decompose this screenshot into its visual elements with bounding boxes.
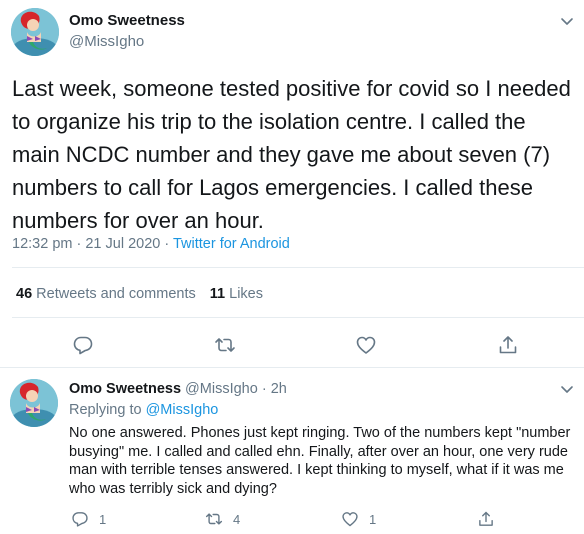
tweet-age[interactable]: 2h	[271, 381, 287, 397]
tweet-date[interactable]: 21 Jul 2020	[85, 236, 160, 252]
avatar[interactable]	[10, 379, 58, 427]
tweet-source-link[interactable]: Twitter for Android	[173, 236, 290, 252]
replying-label: Replying to	[69, 402, 142, 418]
likes-label: Likes	[229, 286, 263, 302]
share-icon	[479, 511, 493, 526]
chevron-down-icon[interactable]	[558, 12, 576, 30]
share-action[interactable]	[477, 509, 505, 529]
author-name[interactable]: Omo Sweetness	[69, 12, 185, 29]
retweet-icon[interactable]	[214, 334, 236, 356]
like-action[interactable]: 1	[341, 509, 376, 529]
chevron-down-icon[interactable]	[558, 380, 576, 398]
retweets-label: Retweets and comments	[36, 286, 196, 302]
like-icon[interactable]	[355, 334, 377, 356]
tweet-time[interactable]: 12:32 pm	[12, 236, 72, 252]
avatar[interactable]	[11, 8, 59, 56]
like-icon	[342, 512, 358, 527]
reply-icon[interactable]	[72, 334, 94, 356]
author-name[interactable]: Omo Sweetness	[69, 381, 181, 397]
meta-separator: ·	[160, 236, 173, 252]
divider	[0, 367, 584, 368]
reply-text: No one answered. Phones just kept ringin…	[69, 425, 571, 497]
retweet-icon	[205, 513, 223, 525]
tweet-meta: 12:32 pm · 21 Jul 2020 · Twitter for And…	[12, 236, 290, 252]
reply-action[interactable]: 1	[71, 509, 106, 529]
retweets-count: 46	[16, 286, 33, 302]
meta-separator: ·	[72, 236, 86, 252]
meta-separator: ·	[257, 381, 271, 397]
reply-icon	[72, 512, 88, 527]
replying-to: Replying to @MissIgho	[69, 402, 218, 418]
replying-handle-link[interactable]: @MissIgho	[146, 402, 219, 418]
retweet-count: 4	[233, 511, 241, 527]
tweet-stats: 46 Retweets and comments 11 Likes	[16, 286, 263, 302]
author-handle[interactable]: @MissIgho	[69, 33, 144, 50]
divider	[12, 317, 584, 318]
tweet-text: Last week, someone tested positive for c…	[12, 76, 578, 233]
likes-stat[interactable]: 11 Likes	[210, 286, 263, 302]
author-handle[interactable]: @MissIgho	[185, 381, 258, 397]
likes-count: 11	[209, 286, 226, 302]
retweets-stat[interactable]: 46 Retweets and comments	[16, 286, 196, 302]
reply-header: Omo Sweetness @MissIgho · 2h	[69, 381, 287, 397]
like-count: 1	[369, 511, 377, 527]
retweet-action[interactable]: 4	[205, 509, 240, 529]
main-tweet: Omo Sweetness @MissIgho Last week, someo…	[0, 0, 584, 367]
reply-count: 1	[99, 511, 107, 527]
divider	[12, 267, 584, 268]
share-icon[interactable]	[497, 334, 519, 356]
